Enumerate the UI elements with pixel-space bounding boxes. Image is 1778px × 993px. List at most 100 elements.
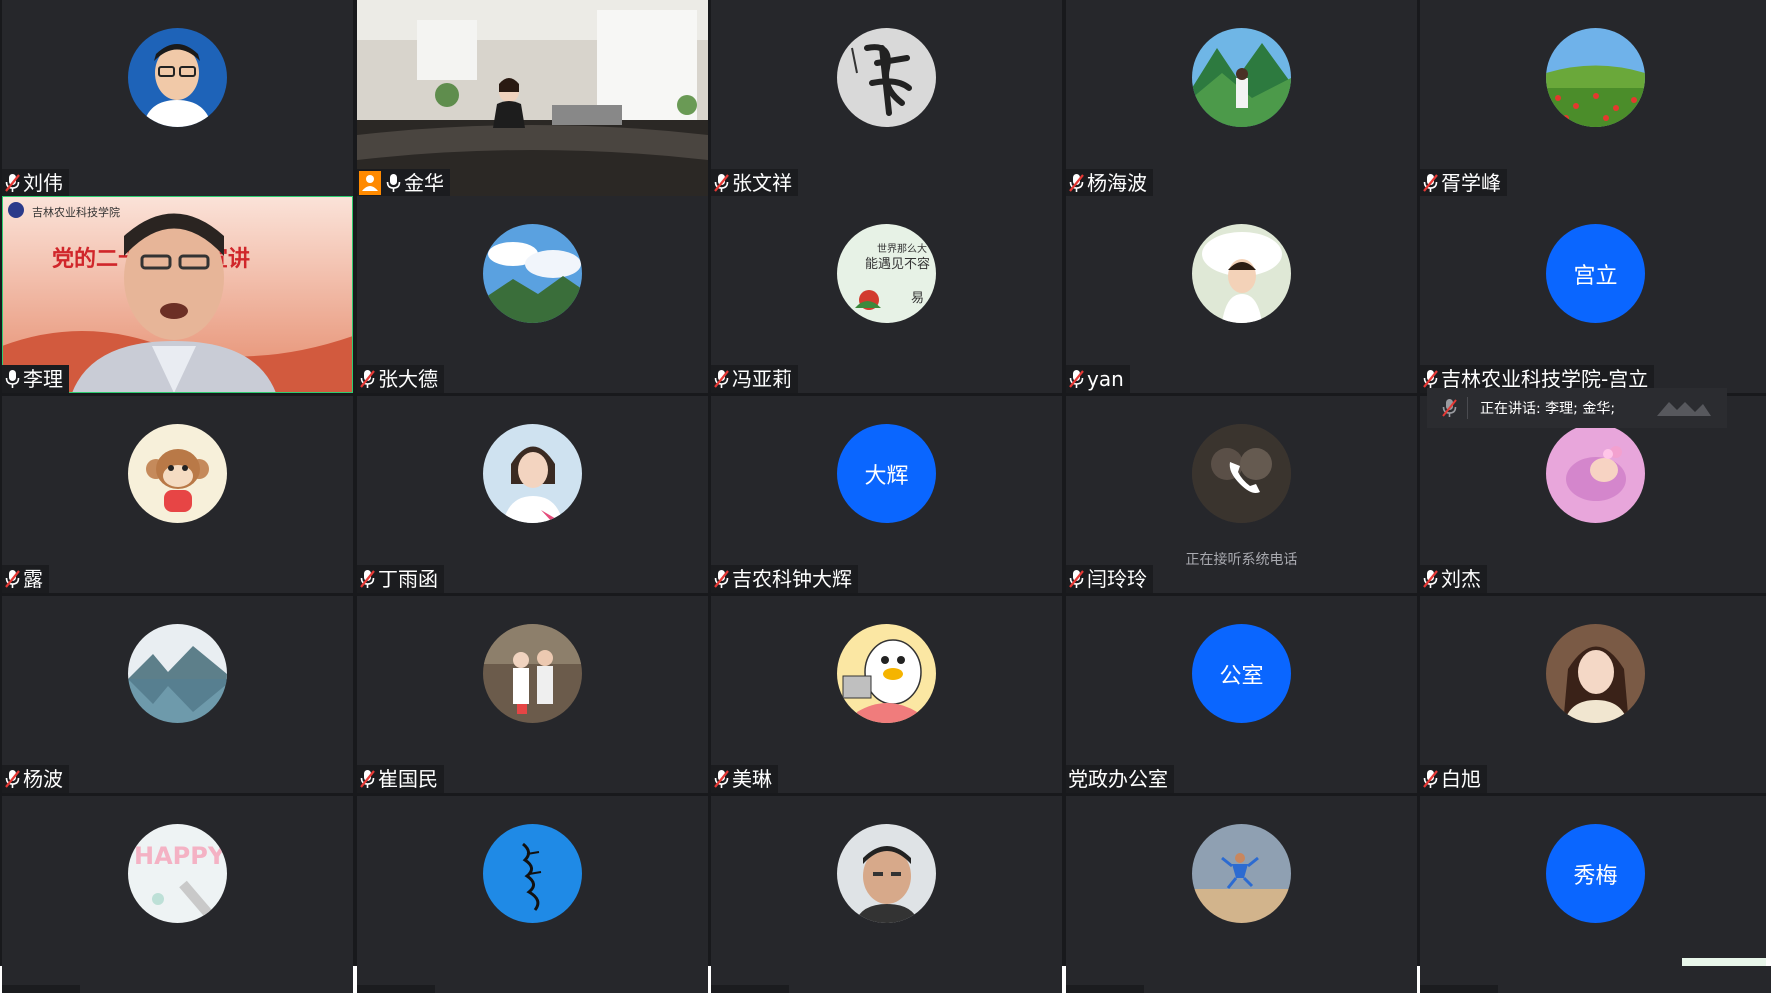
avatar: [128, 424, 227, 523]
avatar: [837, 824, 936, 923]
participant-name: 刘伟: [23, 171, 63, 195]
participant-name-tag-clipped: [1420, 985, 1498, 993]
phone-icon: [1192, 424, 1291, 523]
muted-mic-icon: [1422, 172, 1440, 194]
participant-name-tag: 金华: [357, 169, 450, 197]
avatar: [837, 28, 936, 127]
participant-tile[interactable]: [711, 796, 1062, 993]
window-edge: [1766, 0, 1778, 966]
participant-tile[interactable]: 杨海波: [1066, 0, 1417, 197]
participant-name: 党政办公室: [1068, 767, 1168, 791]
participant-name-tag: 刘杰: [1420, 565, 1487, 593]
participant-tile[interactable]: 崔国民: [357, 596, 708, 793]
participant-name-tag: 张文祥: [711, 169, 798, 197]
avatar: 世界那么大 能遇见不容易: [837, 224, 936, 323]
participant-tile[interactable]: 宫立 吉林农业科技学院-宫立: [1420, 196, 1771, 393]
muted-mic-icon: [4, 568, 22, 590]
participant-tile[interactable]: [1066, 796, 1417, 993]
svg-text:吉林农业科技学院: 吉林农业科技学院: [32, 205, 120, 219]
participant-name: 美琳: [732, 767, 772, 791]
participant-name: 闫玲玲: [1087, 567, 1147, 591]
participant-name-tag: 丁雨函: [357, 565, 444, 593]
host-icon: [359, 171, 381, 195]
mic-icon: [4, 368, 22, 390]
muted-mic-icon: [1422, 368, 1440, 390]
participant-name-tag-clipped: [357, 985, 435, 993]
mic-icon: [385, 172, 403, 194]
participant-name-tag: 白旭: [1420, 765, 1487, 793]
muted-mic-icon: [359, 368, 377, 390]
participant-name-tag: 胥学峰: [1420, 169, 1507, 197]
muted-mic-icon: [359, 568, 377, 590]
participant-name-tag: 杨海波: [1066, 169, 1153, 197]
svg-text:HAPPY: HAPPY: [134, 842, 226, 870]
initials-avatar: 宫立: [1546, 224, 1645, 323]
participant-name-tag: 张大德: [357, 365, 444, 393]
participant-tile[interactable]: 白旭: [1420, 596, 1771, 793]
participant-tile[interactable]: 刘伟: [2, 0, 353, 197]
avatar: [837, 624, 936, 723]
participant-tile[interactable]: [357, 796, 708, 993]
participant-name: 白旭: [1441, 767, 1481, 791]
muted-mic-icon: [1068, 368, 1086, 390]
muted-mic-icon: [1068, 172, 1086, 194]
participant-tile[interactable]: yan: [1066, 196, 1417, 393]
participant-name: 胥学峰: [1441, 171, 1501, 195]
avatar: [128, 28, 227, 127]
muted-mic-icon: [713, 768, 731, 790]
participant-tile[interactable]: 吉林农业科技学院党的二十大精神宣讲李理: [2, 196, 353, 393]
participant-tile[interactable]: 张文祥: [711, 0, 1062, 197]
participant-name-tag: 露: [2, 565, 49, 593]
initials-avatar: 大辉: [837, 424, 936, 523]
avatar: HAPPY: [128, 824, 227, 923]
participant-name: 刘杰: [1441, 567, 1481, 591]
avatar: [1546, 28, 1645, 127]
muted-mic-icon: [713, 568, 731, 590]
participant-name-tag: 杨波: [2, 765, 69, 793]
participant-name: 露: [23, 567, 43, 591]
participant-name-tag: 闫玲玲: [1066, 565, 1153, 593]
muted-mic-icon: [1068, 568, 1086, 590]
participant-name: 杨波: [23, 767, 63, 791]
participant-tile[interactable]: 金华: [357, 0, 708, 197]
svg-text:易: 易: [911, 291, 924, 306]
speaking-text: 正在讲话: 李理; 金华;: [1480, 401, 1616, 417]
participant-name: 金华: [404, 171, 444, 195]
participant-tile[interactable]: HAPPY: [2, 796, 353, 993]
video-feed-speaker: 吉林农业科技学院党的二十大精神宣讲: [2, 196, 353, 393]
participant-name-tag: 刘伟: [2, 169, 69, 197]
muted-mic-icon: [4, 172, 22, 194]
participant-name-tag: 党政办公室: [1066, 765, 1174, 793]
muted-mic-icon[interactable]: [1441, 397, 1459, 419]
participant-tile[interactable]: 大辉 吉农科钟大辉: [711, 396, 1062, 593]
participant-name-tag-clipped: [1066, 985, 1144, 993]
participant-name-tag: yan: [1066, 365, 1130, 393]
participant-tile[interactable]: 胥学峰: [1420, 0, 1771, 197]
participant-grid: 刘伟金华张文祥杨海波胥学峰吉林农业科技学院党的二十大精神宣讲李理张大德世界那么大…: [0, 0, 1771, 993]
participant-tile[interactable]: 张大德: [357, 196, 708, 393]
divider: [1467, 397, 1468, 419]
participant-name: 李理: [23, 367, 63, 391]
speaking-indicator: 正在讲话: 李理; 金华;: [1427, 388, 1727, 428]
participant-name-tag: 冯亚莉: [711, 365, 798, 393]
video-feed-classroom: [357, 0, 708, 197]
avatar: [483, 624, 582, 723]
corner-indicator: [1682, 958, 1766, 966]
participant-tile[interactable]: 公室 党政办公室: [1066, 596, 1417, 793]
participant-tile[interactable]: 正在接听系统电话 闫玲玲: [1066, 396, 1417, 593]
participant-tile[interactable]: 露: [2, 396, 353, 593]
svg-text:世界那么大: 世界那么大: [877, 242, 927, 255]
muted-mic-icon: [713, 368, 731, 390]
speaking-expand-icon[interactable]: [1655, 396, 1713, 420]
participant-tile[interactable]: 美琳: [711, 596, 1062, 793]
participant-tile[interactable]: 杨波: [2, 596, 353, 793]
participant-tile[interactable]: 世界那么大 能遇见不容易冯亚莉: [711, 196, 1062, 393]
avatar: [483, 824, 582, 923]
participant-name: 崔国民: [378, 767, 438, 791]
muted-mic-icon: [4, 768, 22, 790]
muted-mic-icon: [713, 172, 731, 194]
avatar: [483, 424, 582, 523]
participant-tile[interactable]: 丁雨函: [357, 396, 708, 593]
participant-name-tag: 李理: [2, 365, 69, 393]
participant-name: 杨海波: [1087, 171, 1147, 195]
